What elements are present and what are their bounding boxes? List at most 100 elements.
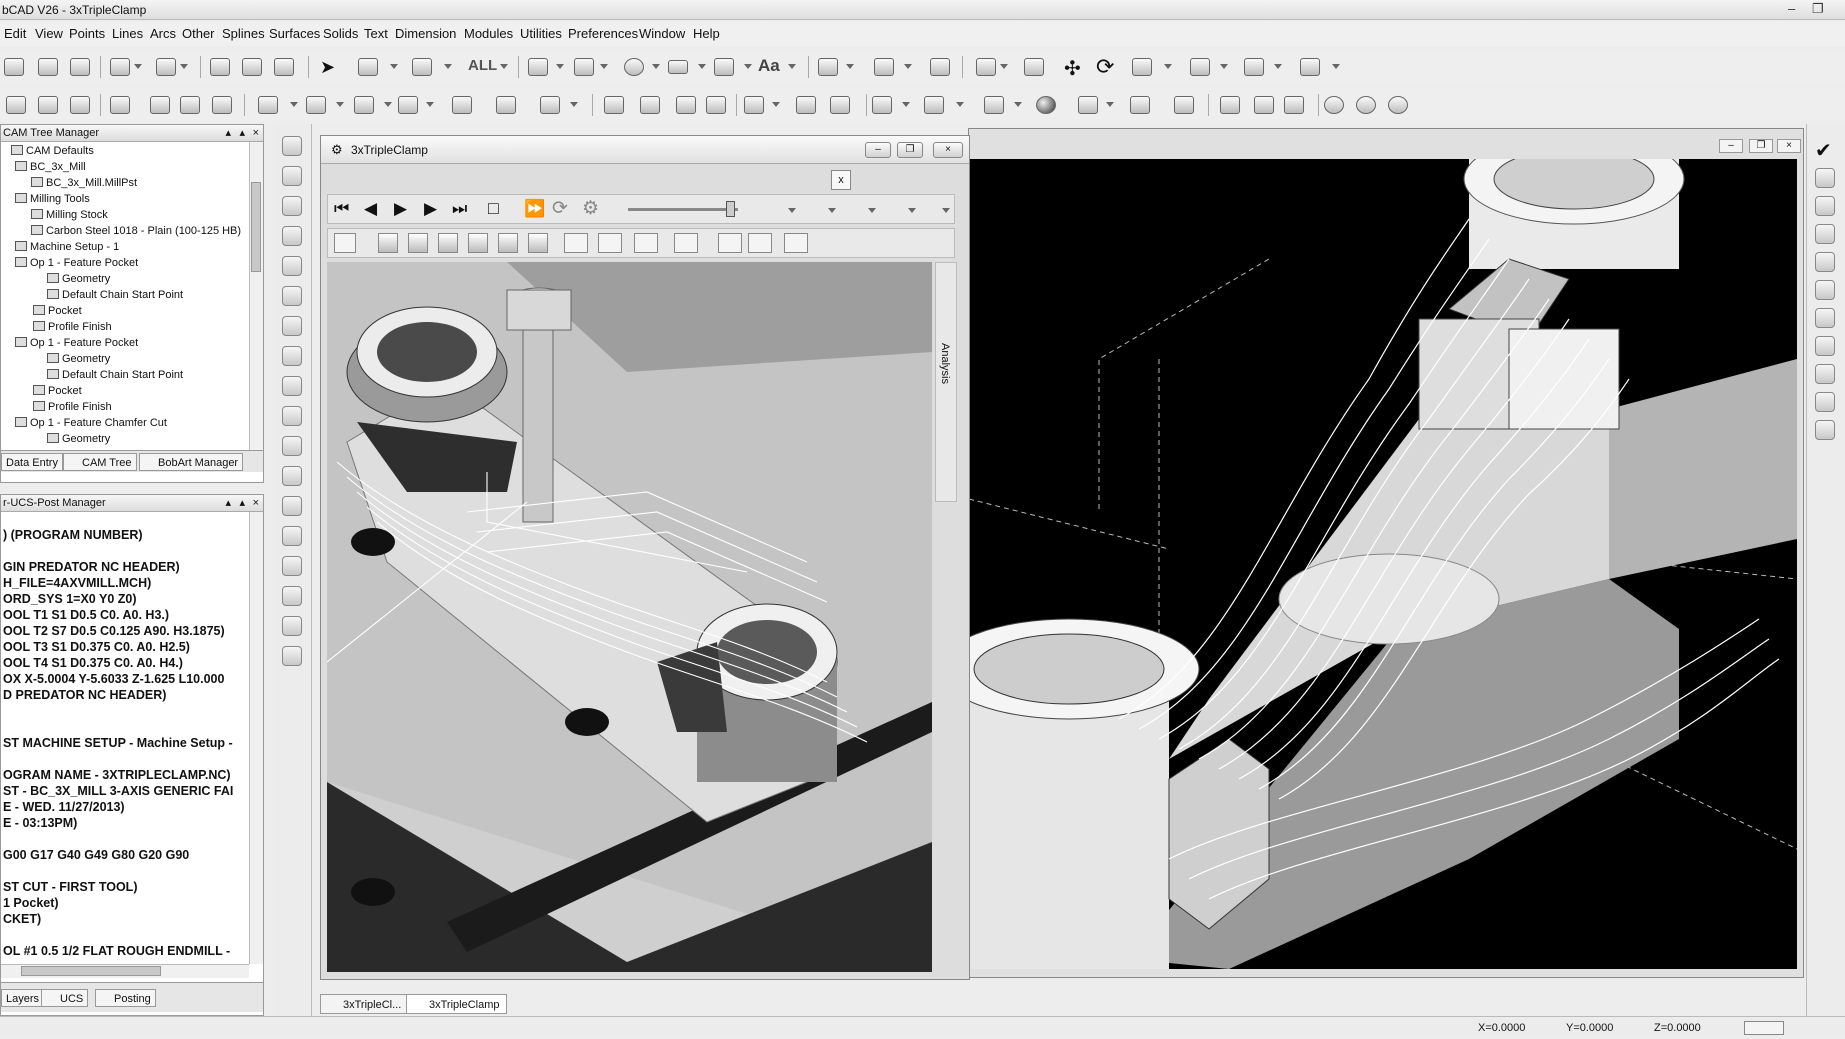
menu-other[interactable]: Other [182,22,215,46]
join-icon[interactable] [676,96,696,114]
settings-icon[interactable]: ⚙ [582,197,599,220]
tree-item-machine-setup[interactable]: Machine Setup - 1 [15,240,119,254]
trim-icon[interactable] [604,96,624,114]
check-icon[interactable]: ✔ [1815,138,1832,163]
layer-icon[interactable] [528,58,548,76]
tool-icon[interactable] [1815,196,1835,216]
menu-window[interactable]: Window [639,22,685,46]
globe-web-icon[interactable] [1388,96,1408,114]
wireframe-icon[interactable] [924,96,944,114]
tab-posting[interactable]: Posting [95,989,156,1007]
align-icon[interactable] [874,58,894,76]
cam-tool-icon[interactable] [282,256,302,276]
dock-icon[interactable]: ▴ [239,125,245,142]
copy-icon[interactable] [242,58,262,76]
dock-icon[interactable]: ▴ [239,495,245,512]
selection-mode-icon[interactable] [358,58,378,76]
nc-hscroll-thumb[interactable] [21,966,161,976]
select-all-button[interactable]: ALL [468,57,497,74]
cam-tool-icon[interactable] [282,406,302,426]
boolean-subtract-icon[interactable] [180,96,200,114]
nc-vscrollbar[interactable] [249,512,263,964]
break-icon[interactable] [640,96,660,114]
pin-icon[interactable]: ▴ [225,495,231,512]
pin-icon[interactable]: ▴ [225,125,231,142]
new-file-icon[interactable] [4,58,24,76]
filter-icon[interactable] [412,58,432,76]
tab-layers[interactable]: Layers [1,989,45,1007]
pan-icon[interactable]: ✣ [1064,56,1081,81]
tool-display-icon[interactable] [564,233,588,253]
window-close-button[interactable]: × [933,142,963,158]
menu-edit[interactable]: Edit [4,22,26,46]
cam-tool-icon[interactable] [282,616,302,636]
cam-tool-icon[interactable] [282,136,302,156]
circle-icon[interactable] [624,58,644,76]
render-icon[interactable] [984,96,1004,114]
tree-scroll-thumb[interactable] [251,182,261,272]
stop-icon[interactable]: □ [488,198,499,219]
front-view-icon[interactable] [438,233,458,253]
menu-splines[interactable]: Splines [222,22,265,46]
left-view-icon[interactable] [498,233,518,253]
menu-text[interactable]: Text [364,22,388,46]
boolean-intersect-icon[interactable] [212,96,232,114]
doc-tab-2[interactable]: 3xTripleClamp [406,994,507,1014]
cam-tool-icon[interactable] [282,466,302,486]
menu-preferences[interactable]: Preferences [568,22,638,46]
tree-item-material[interactable]: Carbon Steel 1018 - Plain (100-125 HB) [31,224,241,238]
menu-surfaces[interactable]: Surfaces [269,22,320,46]
back-view-icon[interactable] [528,233,548,253]
menu-arcs[interactable]: Arcs [150,22,176,46]
close-panel-icon[interactable]: × [253,495,259,512]
tab-data-entry[interactable]: Data Entry [1,453,63,471]
cam-tool-icon[interactable] [282,286,302,306]
doc-tab-1[interactable]: 3xTripleCl... [320,994,409,1014]
explode-icon[interactable] [1284,96,1304,114]
group-icon[interactable] [1220,96,1240,114]
measure-icon[interactable] [1078,96,1098,114]
cam-tool-icon[interactable] [282,226,302,246]
cam-tool-icon[interactable] [282,526,302,546]
hatch-icon[interactable] [930,58,950,76]
tree-item-chain-start[interactable]: Default Chain Start Point [47,368,183,382]
fast-forward-end-icon[interactable]: ⏭ [452,199,467,219]
shade-icon[interactable] [872,96,892,114]
tool-icon[interactable] [1815,392,1835,412]
zoom-window-icon[interactable] [1024,58,1044,76]
offset-icon[interactable] [706,96,726,114]
line-style-icon[interactable] [574,58,594,76]
cam-tool-icon[interactable] [282,586,302,606]
skip-icon[interactable]: ⏩ [524,199,545,219]
tree-item-op-pocket-1[interactable]: Op 1 - Feature Pocket [15,256,138,270]
tab-ucs[interactable]: UCS [41,989,89,1007]
sweep-icon[interactable] [354,96,374,114]
rewind-start-icon[interactable]: ⏮ [334,199,349,219]
tree-item-geometry[interactable]: Geometry [47,432,110,446]
tree-item-pocket[interactable]: Pocket [33,304,82,318]
close-panel-icon[interactable]: × [253,125,259,142]
solid-ops-icon[interactable] [110,96,130,114]
section-icon[interactable] [1130,96,1150,114]
menu-points[interactable]: Points [69,22,105,46]
ungroup-icon[interactable] [1254,96,1274,114]
tree-item-milling-tools[interactable]: Milling Tools [15,192,90,206]
tree-item-machine[interactable]: BC_3x_Mill [15,160,86,174]
tool-icon[interactable] [1815,252,1835,272]
loft-icon[interactable] [398,96,418,114]
top-view-icon[interactable] [408,233,428,253]
tree-item-milling-stock[interactable]: Milling Stock [31,208,108,222]
cam-tool-icon[interactable] [282,496,302,516]
tree-item-geometry[interactable]: Geometry [47,272,110,286]
tool-icon[interactable] [1815,308,1835,328]
tab-cam-tree[interactable]: CAM Tree [63,453,137,471]
rotate-icon[interactable]: ⟳ [1096,54,1114,80]
rectangle-icon[interactable] [668,60,688,74]
menu-modules[interactable]: Modules [464,22,513,46]
cam-tool-icon[interactable] [282,376,302,396]
viewport-close-button[interactable]: × [1777,139,1801,153]
cube-view-icon[interactable] [1300,58,1320,76]
tree-item-geometry[interactable]: Geometry [47,352,110,366]
step-forward-icon[interactable]: ▶ [424,199,437,219]
minimize-button[interactable]: – [1788,0,1795,18]
